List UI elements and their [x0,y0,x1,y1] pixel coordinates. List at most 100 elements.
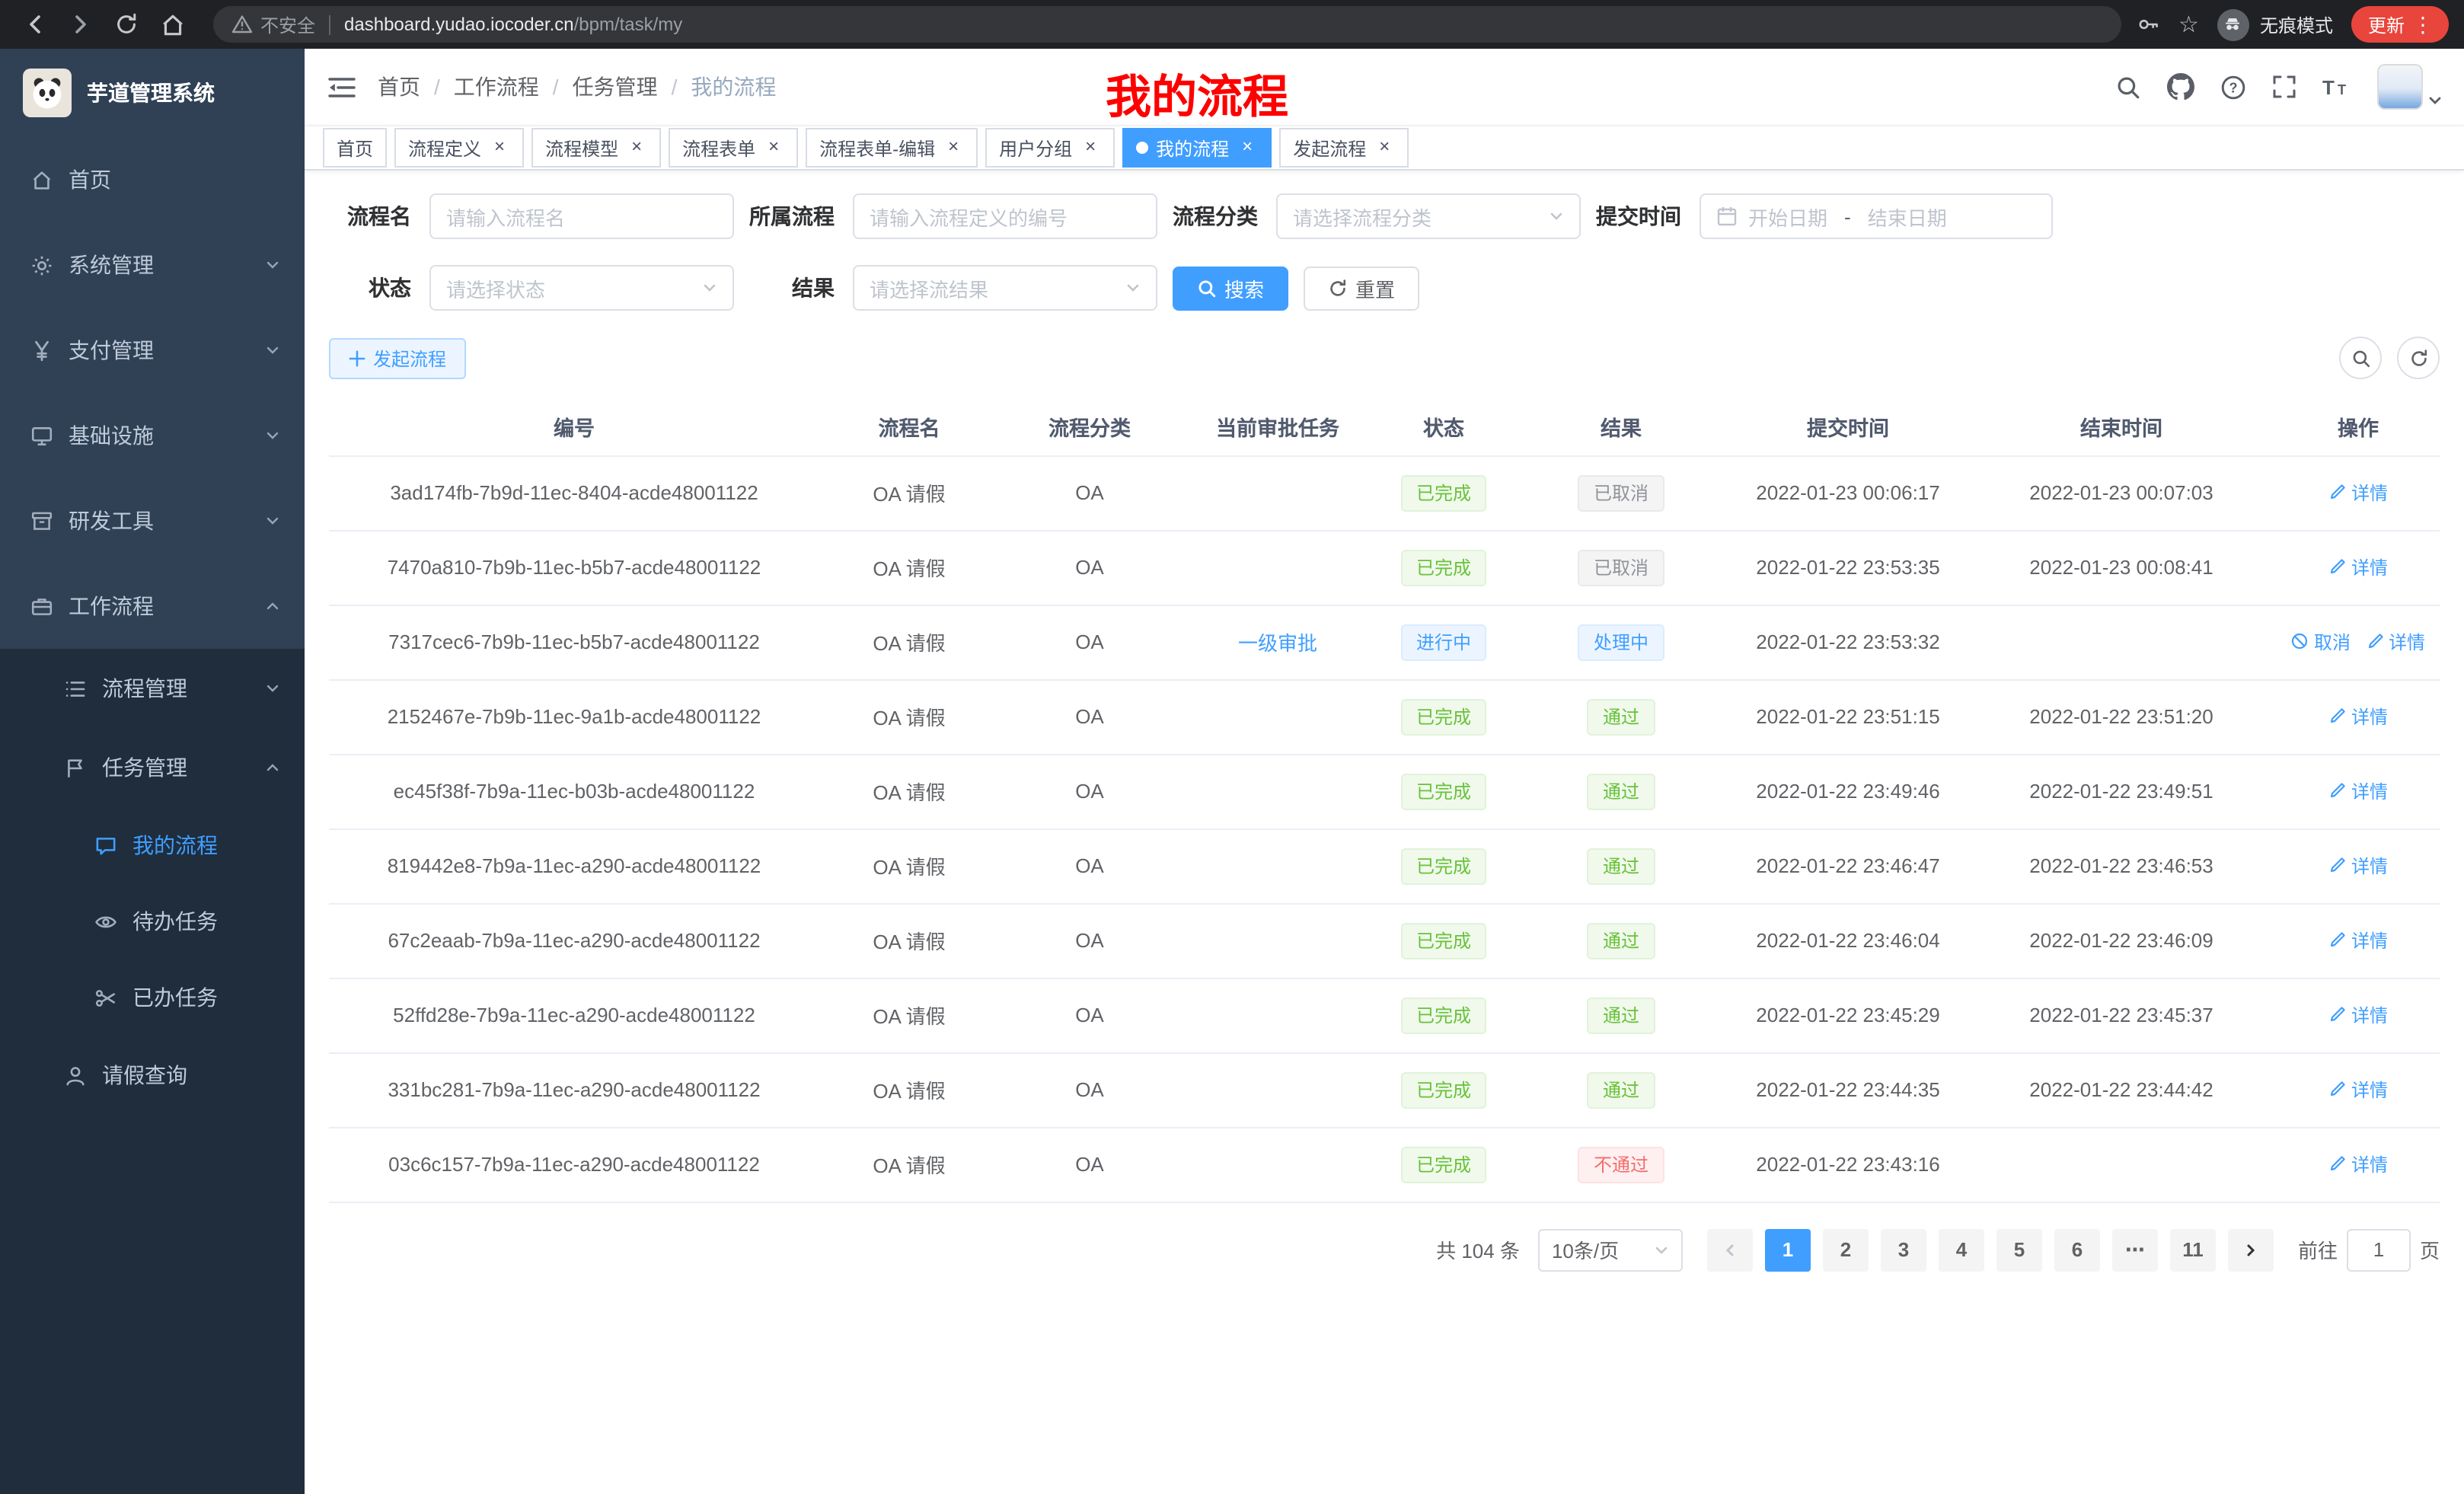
detail-link[interactable]: 详情 [2366,629,2425,655]
tab-item[interactable]: 流程模型 × [531,128,661,168]
cell-category: OA [999,828,1180,903]
tab-item[interactable]: 首页 × [323,128,387,168]
search-icon[interactable] [2115,74,2141,100]
detail-link[interactable]: 详情 [2328,778,2388,804]
app-logo[interactable]: 芋道管理系统 [0,49,305,137]
close-icon[interactable]: × [626,137,647,158]
bookmark-star-icon[interactable]: ☆ [2178,11,2199,38]
sidebar-item-pending-tasks[interactable]: 待办任务 [0,883,305,959]
column-header: 操作 [2277,399,2440,455]
close-icon[interactable]: × [489,137,510,158]
list-icon [64,677,102,700]
browser-menu-icon[interactable]: ⋮ [2405,11,2441,37]
status-select[interactable]: 请选择状态 [429,265,734,311]
breadcrumb-link[interactable]: 首页 [378,72,420,102]
cell-status: 已完成 [1375,754,1512,828]
cell-id: 67c2eaab-7b9a-11ec-a290-acde48001122 [329,903,819,978]
help-icon[interactable]: ? [2220,74,2246,100]
tab-item[interactable]: 流程定义 × [394,128,524,168]
cell-end-time: 2022-01-22 23:45:37 [1966,978,2277,1052]
tab-item[interactable]: 流程表单-编辑 × [806,128,978,168]
result-select[interactable]: 请选择流结果 [853,265,1157,311]
process-category-select[interactable]: 请选择流程分类 [1276,193,1581,239]
avatar[interactable] [2377,64,2423,110]
jump-page-input[interactable] [2347,1228,2411,1271]
reset-button[interactable]: 重置 [1304,266,1419,310]
sidebar-item-payment[interactable]: 支付管理 [0,308,305,393]
browser-forward-button[interactable] [61,5,101,44]
tab-item[interactable]: 用户分组 × [985,128,1115,168]
detail-link[interactable]: 详情 [2328,1002,2388,1028]
security-warning[interactable]: 不安全 [231,11,315,37]
chevron-down-icon [265,681,280,696]
breadcrumb-link[interactable]: 我的流程 [691,72,776,102]
sidebar-item-system[interactable]: 系统管理 [0,222,305,308]
browser-update-button[interactable]: 更新 ⋮ [2351,6,2449,43]
page-number-button[interactable]: 6 [2054,1228,2100,1271]
hamburger-menu-icon[interactable] [305,74,378,100]
sidebar-item-task-management[interactable]: 任务管理 [0,728,305,807]
detail-link[interactable]: 详情 [2328,853,2388,879]
browser-back-button[interactable] [15,5,55,44]
search-button[interactable]: 搜索 [1173,266,1288,310]
browser-home-button[interactable] [152,5,192,44]
detail-link[interactable]: 详情 [2328,1077,2388,1103]
page-number-button[interactable]: ⋯ [2112,1228,2158,1271]
detail-link[interactable]: 详情 [2328,554,2388,580]
sidebar-item-home[interactable]: 首页 [0,137,305,222]
page-number-button[interactable]: 5 [1996,1228,2042,1271]
user-menu[interactable] [2377,64,2443,110]
sidebar-item-process-management[interactable]: 流程管理 [0,649,305,728]
submit-time-range-picker[interactable]: 开始日期 - 结束日期 [1700,193,2053,239]
sidebar-item-dev-tools[interactable]: 研发工具 [0,478,305,563]
close-icon[interactable]: × [763,137,784,158]
close-icon[interactable]: × [1080,137,1101,158]
sidebar-item-infrastructure[interactable]: 基础设施 [0,393,305,478]
page-number-button[interactable]: 1 [1765,1228,1811,1271]
create-process-button[interactable]: 发起流程 [329,337,466,378]
breadcrumb-link[interactable]: 工作流程 [454,72,539,102]
detail-link[interactable]: 详情 [2328,1151,2388,1177]
page-number-button[interactable]: 4 [1939,1228,1984,1271]
detail-link[interactable]: 详情 [2328,480,2388,506]
page-number-button[interactable]: 3 [1881,1228,1926,1271]
close-icon[interactable]: × [943,137,964,158]
fullscreen-icon[interactable] [2272,75,2296,99]
address-bar[interactable]: 不安全 dashboard.yudao.iocoder.cn /bpm/task… [213,6,2121,43]
password-key-icon[interactable] [2136,12,2160,37]
prev-page-button[interactable] [1707,1228,1753,1271]
detail-link[interactable]: 详情 [2328,704,2388,729]
sidebar-item-my-processes[interactable]: 我的流程 [0,807,305,883]
sidebar-item-leave-query[interactable]: 请假查询 [0,1036,305,1115]
tab-item[interactable]: 流程表单 × [669,128,798,168]
cell-submit-time: 2022-01-22 23:46:47 [1730,828,1966,903]
github-icon[interactable] [2167,73,2194,101]
close-icon[interactable]: × [1374,137,1395,158]
process-definition-input[interactable]: 请输入流程定义的编号 [853,193,1157,239]
tab-item[interactable]: 我的流程 × [1122,128,1272,168]
cell-current-task [1180,1127,1375,1202]
security-label: 不安全 [260,11,315,37]
sidebar-item-done-tasks[interactable]: 已办任务 [0,959,305,1036]
start-date-placeholder: 开始日期 [1748,202,1827,231]
font-size-icon[interactable]: TT [2322,75,2351,99]
page-size-select[interactable]: 10条/页 [1538,1228,1683,1271]
result-badge: 已取消 [1578,549,1664,586]
breadcrumb-link[interactable]: 任务管理 [573,72,658,102]
cell-result: 通过 [1512,978,1730,1052]
page-number-button[interactable]: 2 [1823,1228,1869,1271]
current-task-link[interactable]: 一级审批 [1238,632,1317,655]
page-number-button[interactable]: 11 [2170,1228,2216,1271]
next-page-button[interactable] [2228,1228,2274,1271]
detail-link[interactable]: 详情 [2328,927,2388,953]
sidebar-item-workflow[interactable]: 工作流程 [0,563,305,649]
refresh-table-button[interactable] [2397,337,2440,379]
tab-item[interactable]: 发起流程 × [1279,128,1409,168]
cancel-link[interactable]: 取消 [2291,629,2351,655]
cell-actions: 取消 详情 [2277,978,2440,1052]
incognito-icon [2217,8,2249,40]
browser-refresh-button[interactable] [107,5,146,44]
process-name-input[interactable]: 请输入流程名 [429,193,734,239]
close-icon[interactable]: × [1237,137,1258,158]
toggle-search-button[interactable] [2339,337,2382,379]
